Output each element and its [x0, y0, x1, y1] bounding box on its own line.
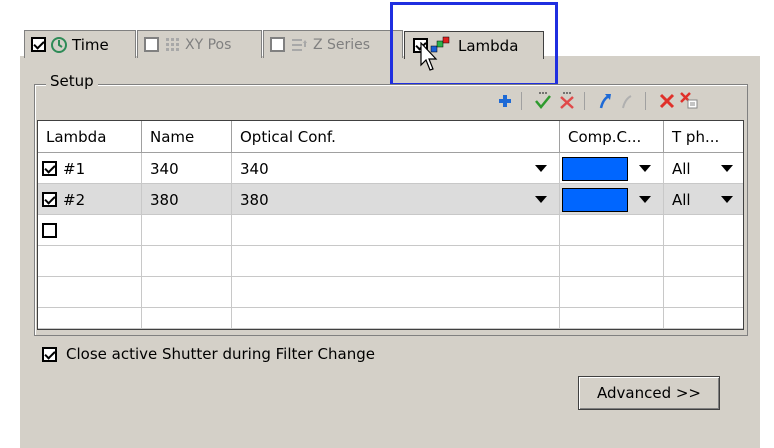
toolbar-separator	[584, 92, 585, 110]
column-header-lambda[interactable]: Lambda	[38, 121, 142, 153]
t-phase-value: All	[672, 159, 691, 178]
delete-all-button[interactable]	[678, 90, 700, 112]
grid-icon	[166, 37, 179, 51]
toolbar-separator	[521, 92, 522, 110]
tab-xy-pos-label: XY Pos	[185, 36, 232, 53]
close-shutter-option[interactable]: Close active Shutter during Filter Chang…	[42, 345, 375, 363]
move-down-icon	[622, 95, 632, 109]
clock-icon	[51, 36, 67, 53]
optical-conf-cell[interactable]	[232, 215, 560, 246]
table-row[interactable]: #2 380 380 All	[38, 184, 743, 215]
tab-xy-pos-checkbox[interactable]	[144, 37, 159, 52]
move-up-icon	[599, 94, 611, 109]
table-row	[38, 246, 743, 277]
check-all-icon	[535, 92, 551, 109]
chevron-down-icon	[721, 164, 733, 172]
column-header-optical-conf[interactable]: Optical Conf.	[232, 121, 560, 153]
uncheck-all-icon	[560, 92, 574, 109]
tab-time[interactable]: Time	[24, 30, 136, 58]
add-button[interactable]	[494, 90, 516, 112]
name-cell[interactable]: 380	[142, 184, 232, 215]
close-shutter-label: Close active Shutter during Filter Chang…	[66, 345, 375, 363]
name-cell[interactable]: 340	[142, 153, 232, 184]
t-phase-cell[interactable]: All	[664, 153, 743, 184]
name-cell[interactable]	[142, 215, 232, 246]
table-row	[38, 308, 743, 329]
tab-lambda-label: Lambda	[458, 36, 519, 55]
lambda-number: #2	[63, 190, 86, 209]
lambda-cell: #2	[38, 184, 142, 215]
tab-time-label: Time	[72, 35, 109, 54]
color-dropdown[interactable]	[636, 157, 654, 179]
color-swatch[interactable]	[562, 157, 628, 181]
window: Time XY Pos Z Series Lambda Setup Lambda…	[0, 0, 774, 448]
add-icon	[499, 95, 511, 107]
row-checkbox[interactable]	[42, 192, 57, 207]
lambda-number: #1	[63, 159, 86, 178]
t-phase-dropdown[interactable]	[718, 188, 736, 210]
optical-conf-cell[interactable]: 380	[232, 184, 560, 215]
comp-color-cell[interactable]	[560, 215, 664, 246]
check-all-button[interactable]	[532, 90, 554, 112]
t-phase-cell[interactable]	[664, 215, 743, 246]
delete-all-icon	[680, 92, 698, 109]
lambda-cell: #1	[38, 153, 142, 184]
table-row[interactable]: #1 340 340 All	[38, 153, 743, 184]
tab-time-checkbox[interactable]	[31, 37, 46, 52]
tab-z-series[interactable]: Z Series	[263, 30, 403, 58]
tab-z-series-label: Z Series	[313, 36, 371, 53]
lambda-table: Lambda Name Optical Conf. Comp.C... T ph…	[37, 120, 744, 330]
table-row	[38, 277, 743, 308]
row-checkbox[interactable]	[42, 223, 57, 238]
advanced-button[interactable]: Advanced >>	[578, 376, 720, 410]
delete-icon	[659, 93, 675, 109]
optical-conf-value: 380	[240, 190, 269, 209]
delete-button[interactable]	[656, 90, 678, 112]
optical-conf-dropdown[interactable]	[532, 157, 550, 179]
chevron-down-icon	[639, 195, 651, 203]
close-shutter-checkbox[interactable]	[42, 346, 57, 362]
t-phase-value: All	[672, 190, 691, 209]
optical-conf-dropdown[interactable]	[532, 188, 550, 210]
toolbar-separator	[645, 92, 646, 110]
setup-group-title: Setup	[46, 72, 98, 90]
column-header-comp-color[interactable]: Comp.C...	[560, 121, 664, 153]
mouse-cursor-icon	[420, 42, 438, 71]
column-header-t-phase[interactable]: T ph...	[664, 121, 743, 153]
comp-color-cell[interactable]	[560, 153, 664, 184]
row-checkbox[interactable]	[42, 161, 57, 176]
color-dropdown[interactable]	[636, 188, 654, 210]
chevron-down-icon	[639, 164, 651, 172]
z-stack-icon	[292, 38, 307, 51]
optical-conf-cell[interactable]: 340	[232, 153, 560, 184]
uncheck-all-button[interactable]	[556, 90, 578, 112]
optical-conf-value: 340	[240, 159, 269, 178]
chevron-down-icon	[535, 195, 547, 203]
tab-xy-pos[interactable]: XY Pos	[137, 30, 262, 58]
lambda-cell	[38, 215, 142, 246]
move-up-button[interactable]	[594, 90, 616, 112]
color-swatch[interactable]	[562, 188, 628, 212]
move-down-button[interactable]	[616, 90, 638, 112]
t-phase-cell[interactable]: All	[664, 184, 743, 215]
table-row[interactable]	[38, 215, 743, 246]
column-header-name[interactable]: Name	[142, 121, 232, 153]
t-phase-dropdown[interactable]	[718, 157, 736, 179]
comp-color-cell[interactable]	[560, 184, 664, 215]
tab-z-series-checkbox[interactable]	[270, 37, 285, 52]
chevron-down-icon	[721, 195, 733, 203]
chevron-down-icon	[535, 164, 547, 172]
